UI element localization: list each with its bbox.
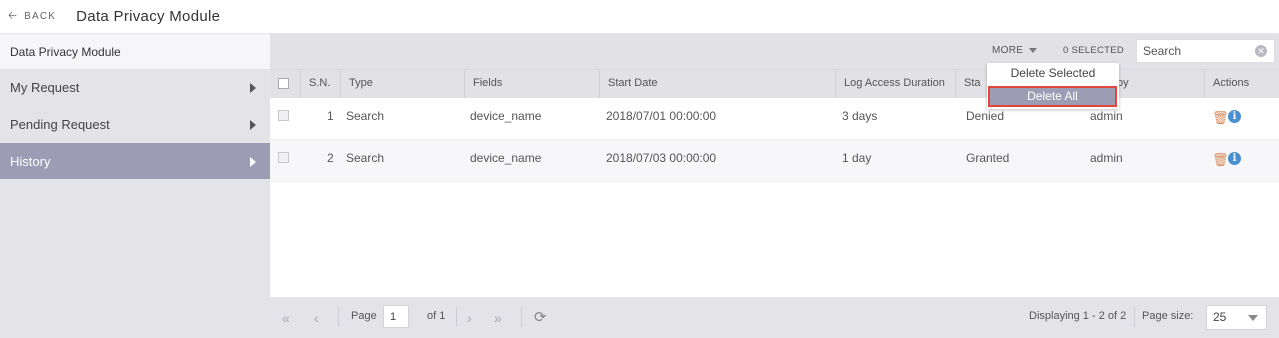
- sidebar-item-pending-request[interactable]: Pending Request: [0, 106, 270, 143]
- prev-page-icon[interactable]: ‹: [314, 310, 319, 326]
- refresh-icon[interactable]: ⟳: [534, 308, 547, 326]
- page-number-input[interactable]: [383, 305, 409, 328]
- column-header-log-access-duration[interactable]: Log Access Duration: [835, 70, 955, 98]
- page-title: Data Privacy Module: [76, 8, 221, 25]
- chevron-down-icon: [1248, 315, 1258, 321]
- caret-right-icon: [250, 120, 256, 130]
- row-checkbox[interactable]: [278, 152, 289, 163]
- sidebar-item-label: History: [10, 153, 51, 169]
- table-header: S.N. Type Fields Start Date Log Access D…: [270, 69, 1279, 98]
- divider: [521, 307, 522, 327]
- more-menu-button[interactable]: MORE: [992, 45, 1038, 56]
- menu-item-delete-selected[interactable]: Delete Selected: [987, 63, 1119, 84]
- caret-right-icon: [250, 83, 256, 93]
- cell-start-date: 2018/07/01 00:00:00: [606, 109, 717, 123]
- chevron-down-icon: [1029, 47, 1038, 53]
- more-label: MORE: [992, 45, 1024, 56]
- page-size-select[interactable]: 25: [1206, 305, 1267, 330]
- info-icon[interactable]: i: [1228, 152, 1241, 165]
- column-header-sn[interactable]: S.N.: [300, 70, 340, 98]
- page-size-value: 25: [1213, 310, 1227, 324]
- menu-item-delete-all[interactable]: Delete All: [988, 86, 1117, 107]
- column-header-fields[interactable]: Fields: [464, 70, 599, 98]
- last-page-icon[interactable]: »: [494, 310, 502, 326]
- info-icon[interactable]: i: [1228, 110, 1241, 123]
- table-row[interactable]: 1 Search device_name 2018/07/01 00:00:00…: [270, 98, 1279, 140]
- row-checkbox[interactable]: [278, 110, 289, 121]
- caret-right-icon: [250, 157, 256, 167]
- selected-count: 0 SELECTED: [1063, 45, 1125, 56]
- sidebar-item-my-request[interactable]: My Request: [0, 69, 270, 106]
- sidebar-item-label: Pending Request: [10, 116, 110, 132]
- cell-fields: device_name: [470, 109, 542, 123]
- main-panel: MORE 0 SELECTED ✕ S.N. Type Fields Start…: [270, 34, 1279, 338]
- back-button[interactable]: 🡠 BACK: [8, 7, 56, 26]
- page-size-label: Page size:: [1142, 310, 1194, 322]
- cell-duration: 1 day: [842, 151, 872, 165]
- displaying-info: Displaying 1 - 2 of 2: [1029, 310, 1127, 322]
- column-header-type[interactable]: Type: [340, 70, 464, 98]
- cell-status: Denied: [966, 109, 1005, 123]
- pagination-bar: « ‹ Page of 1 › » ⟳ Displaying 1 - 2 of …: [270, 297, 1279, 338]
- more-dropdown-menu: Delete Selected Delete All: [987, 63, 1119, 109]
- cell-sn: 2: [327, 151, 334, 165]
- cell-requested-by: admin: [1090, 109, 1123, 123]
- page-label: Page: [351, 310, 377, 322]
- cell-type: Search: [346, 151, 385, 165]
- next-page-icon[interactable]: ›: [467, 310, 472, 326]
- cell-start-date: 2018/07/03 00:00:00: [606, 151, 717, 165]
- cell-duration: 3 days: [842, 109, 878, 123]
- arrow-left-icon: 🡠: [8, 10, 19, 22]
- trash-icon[interactable]: 🗑: [1212, 152, 1229, 168]
- cell-fields: device_name: [470, 151, 542, 165]
- cell-sn: 1: [327, 109, 334, 123]
- sidebar-item-label: My Request: [10, 79, 80, 95]
- cell-type: Search: [346, 109, 385, 123]
- top-bar: 🡠 BACK Data Privacy Module: [0, 0, 1279, 34]
- cell-requested-by: admin: [1090, 151, 1123, 165]
- sidebar: Data Privacy Module My Request Pending R…: [0, 34, 270, 338]
- sidebar-heading: Data Privacy Module: [0, 34, 270, 69]
- select-all-checkbox[interactable]: [278, 78, 289, 89]
- clear-search-icon[interactable]: ✕: [1255, 45, 1267, 57]
- divider: [456, 307, 457, 327]
- back-label: BACK: [24, 11, 57, 22]
- cell-status: Granted: [966, 151, 1010, 165]
- first-page-icon[interactable]: «: [282, 310, 290, 326]
- sidebar-item-history[interactable]: History: [0, 143, 270, 180]
- page-count: of 1: [427, 310, 446, 322]
- grid-toolbar: MORE 0 SELECTED ✕: [270, 34, 1279, 69]
- trash-icon[interactable]: 🗑: [1212, 110, 1229, 126]
- column-header-actions: Actions: [1204, 70, 1279, 98]
- divider: [338, 307, 339, 327]
- column-header-start-date[interactable]: Start Date: [599, 70, 835, 98]
- table-row[interactable]: 2 Search device_name 2018/07/03 00:00:00…: [270, 140, 1279, 182]
- divider: [1134, 307, 1135, 327]
